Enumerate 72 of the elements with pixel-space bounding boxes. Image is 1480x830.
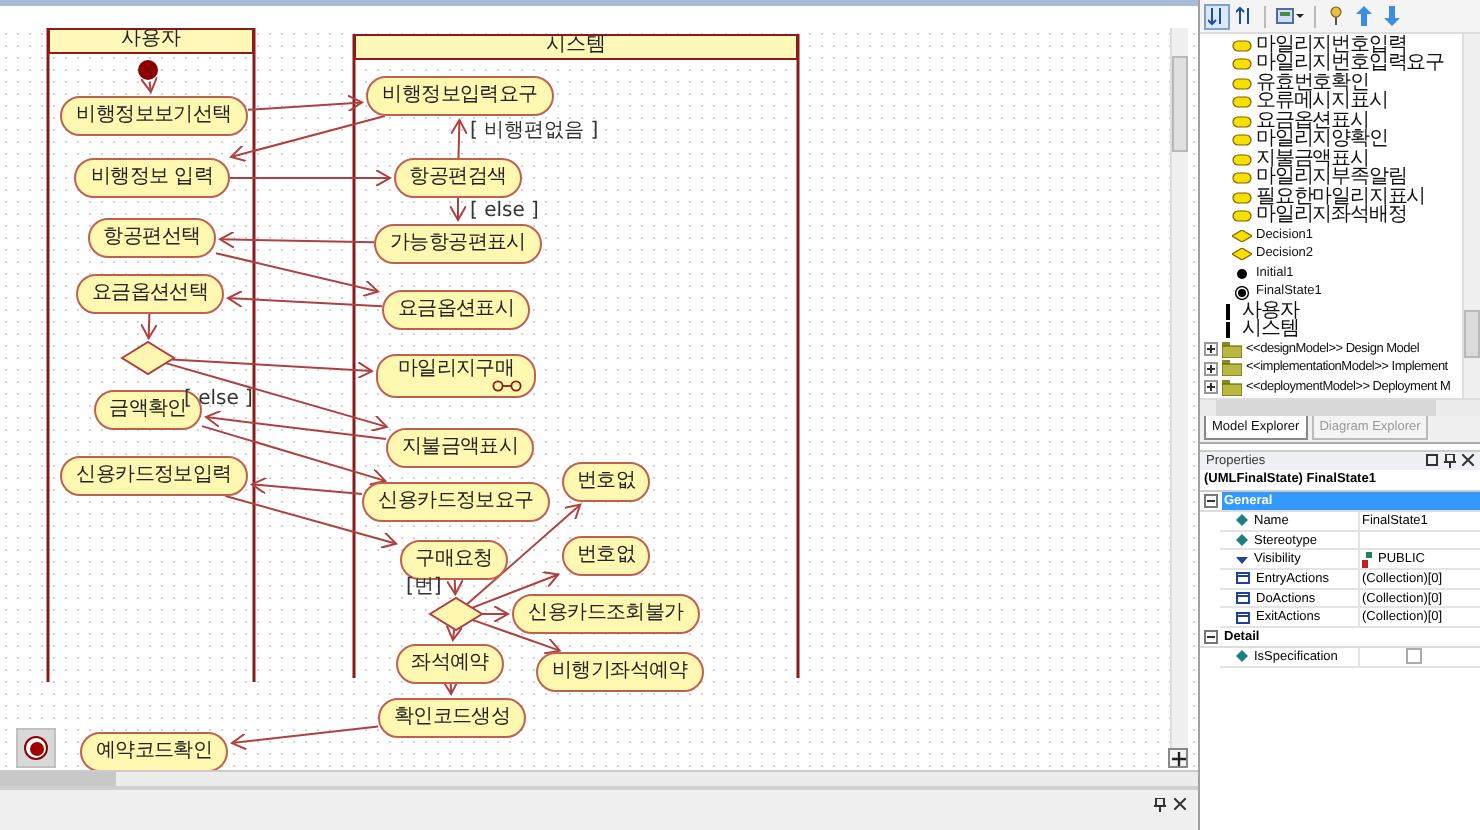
flow-arrow	[445, 624, 464, 642]
action-node: 비행기좌석예약	[536, 652, 704, 692]
action-label: 마일리지구매	[397, 358, 515, 380]
visibility-icon	[1362, 551, 1374, 568]
collapse-toggle[interactable]	[1204, 630, 1218, 645]
action-node: 신용카드정보입력	[60, 456, 248, 496]
guard-label: [번]	[406, 578, 442, 598]
flow-arrow	[140, 313, 159, 340]
diagram-canvas[interactable]: 사용자 시스템 비행정보입력요구 비행정보보기선택 [ 비행편없음 ] 비행정보 입력 항공편검색 [ else ] 항공편선택 가능항공편표시 요금옵션선택 요금옵션표시 마일리지구매 금액확인[ else ] 지불금액표시 신용카드정보입력 번호없 신용카드정보요구 구매요청 번호없 [번] 신용카드조회불가 좌석예약 비행기좌석예약 확인코드생성 예약코드확인	[0, 28, 1198, 770]
action-node: 신용카드정보요구	[362, 482, 550, 522]
action-node: 좌석예약	[396, 644, 504, 684]
tree-item[interactable]: 지불금액표시	[1256, 149, 1369, 170]
property-icon	[1236, 650, 1248, 663]
flow-arrow	[441, 678, 460, 695]
tree-item[interactable]: 마일리지양확인	[1256, 130, 1388, 151]
collection-icon	[1236, 592, 1250, 605]
collection-icon	[1236, 611, 1250, 624]
swimlane-header: 시스템	[354, 34, 798, 60]
maximize-icon[interactable]	[1426, 454, 1438, 466]
action-node: 비행정보 입력	[74, 158, 230, 198]
close-icon[interactable]	[1462, 454, 1474, 466]
guard-label: [ else ]	[470, 202, 539, 222]
collapse-toggle[interactable]	[1204, 494, 1218, 508]
tree-item[interactable]: 마일리지좌석배정	[1256, 206, 1407, 227]
action-node: 가능항공편표시	[374, 224, 542, 264]
package-icon	[1222, 379, 1242, 396]
action-node: 번호없	[562, 462, 650, 502]
action-node: 지불금액표시	[386, 428, 534, 468]
action-node: 비행정보입력요구	[366, 76, 554, 116]
horizontal-scrollbar[interactable]	[1200, 398, 1480, 416]
initial-node-icon	[1232, 267, 1252, 280]
vertical-scrollbar[interactable]	[1170, 28, 1188, 748]
pin-icon[interactable]	[1154, 798, 1166, 812]
tree-item[interactable]: 시스템	[1242, 320, 1299, 341]
action-node: 비행정보보기선택	[60, 96, 248, 136]
zoom-in-button[interactable]	[1168, 748, 1188, 768]
tree-item[interactable]: 오류메시지표시	[1256, 92, 1388, 113]
sort-ascending-icon[interactable]	[1204, 3, 1230, 29]
final-node-icon	[1232, 285, 1252, 300]
action-node: 예약코드확인	[80, 732, 228, 770]
action-node: 요금옵션표시	[382, 290, 530, 330]
flow-arrow	[449, 197, 467, 221]
expand-toggle[interactable]	[1204, 342, 1218, 357]
tree-item[interactable]: 마일리지부족알림	[1256, 168, 1407, 189]
rake-icon	[492, 380, 522, 392]
action-node: 번호없	[562, 536, 650, 576]
package-icon	[1222, 341, 1242, 358]
package-icon	[1222, 360, 1242, 377]
tree-item[interactable]: 마일리지번호입력요구	[1256, 54, 1445, 75]
flow-arrow	[450, 119, 469, 159]
diagram-dropdown-icon[interactable]	[1272, 3, 1308, 29]
tree-item[interactable]: 요금옵션표시	[1256, 111, 1369, 132]
collection-icon	[1236, 572, 1250, 585]
tree-item[interactable]: 필요한마일리지표시	[1256, 187, 1426, 208]
checkbox[interactable]	[1406, 648, 1422, 665]
tree-item[interactable]: 사용자	[1242, 301, 1299, 322]
action-node: 신용카드조회불가	[512, 594, 700, 634]
tree-item[interactable]: 마일리지번호입력	[1256, 35, 1407, 56]
flow-arrow	[140, 76, 158, 94]
action-node: 항공편검색	[394, 158, 522, 198]
action-node: 확인코드생성	[378, 698, 526, 738]
expand-toggle[interactable]	[1204, 361, 1218, 376]
guard-label: [ 비행편없음 ]	[470, 122, 599, 142]
expand-toggle[interactable]	[1204, 380, 1218, 395]
action-node: 항공편선택	[88, 218, 216, 258]
close-icon[interactable]	[1174, 798, 1186, 810]
pin-icon[interactable]	[1444, 454, 1456, 468]
tree-item[interactable]: 유효번호확인	[1256, 73, 1369, 94]
vertical-scrollbar[interactable]	[1462, 34, 1480, 398]
action-node: 요금옵션선택	[76, 274, 224, 314]
swimlane-header: 사용자	[48, 28, 254, 54]
horizontal-scrollbar[interactable]	[0, 770, 1198, 786]
